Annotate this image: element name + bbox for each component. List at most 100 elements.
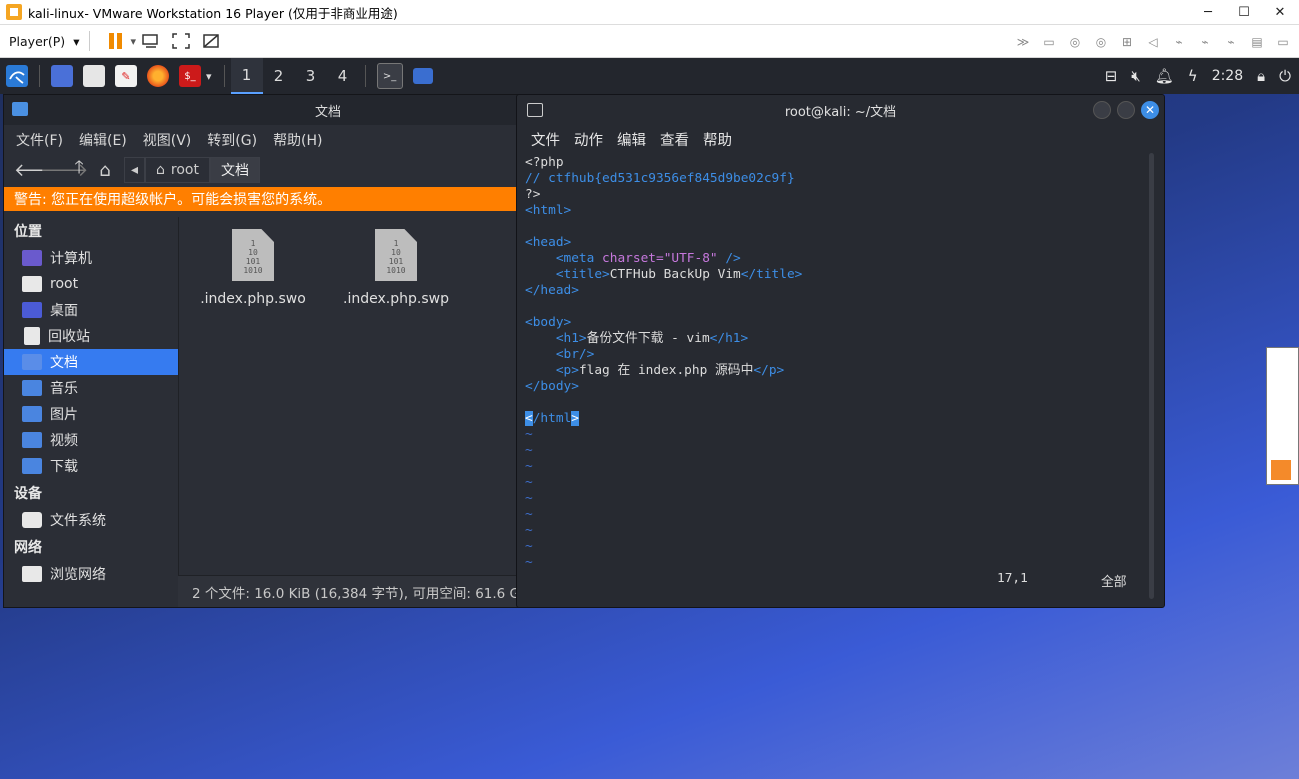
file-manager-icon[interactable]	[83, 65, 105, 87]
file-manager-title: 文档	[314, 104, 341, 120]
chevron-down-icon[interactable]: ▾	[206, 70, 212, 83]
taskbar-folder-icon[interactable]	[412, 68, 433, 84]
sidebar-item-root[interactable]: root	[4, 271, 178, 297]
sidebar-item-filesystem[interactable]: 文件系统	[4, 507, 178, 533]
minimize-button[interactable]	[1093, 101, 1111, 119]
workspace-3[interactable]: 3	[295, 58, 327, 94]
vmware-toolbar: Player(P) ▾ ▾ ≫ ▭ ◎ ◎ ⊞ ◁ ⌁ ⌁ ⌁ ▤ ▭	[0, 25, 1299, 58]
workspace-4[interactable]: 4	[327, 58, 359, 94]
breadcrumb-scroll-left[interactable]: ◂	[124, 157, 146, 183]
sidebar-item-label: 计算机	[50, 251, 92, 267]
sidebar-item-pictures[interactable]: 图片	[4, 401, 178, 427]
usb-device-icon[interactable]: ⌁	[1197, 35, 1213, 49]
sidebar-item-downloads[interactable]: 下载	[4, 453, 178, 479]
menu-help[interactable]: 帮助(H)	[273, 130, 322, 150]
fullscreen-button[interactable]	[171, 32, 191, 50]
text-editor-icon[interactable]: ✎	[115, 65, 137, 87]
more-devices-icon[interactable]: ≫	[1015, 35, 1031, 49]
chevron-down-icon[interactable]: ▾	[130, 35, 136, 48]
cd-dvd-icon[interactable]: ◎	[1093, 35, 1109, 49]
computer-icon	[22, 250, 42, 266]
sidebar-item-label: 音乐	[50, 381, 78, 397]
hard-disk-icon[interactable]: ▭	[1041, 35, 1057, 49]
power-manager-icon[interactable]: ϟ	[1188, 67, 1198, 85]
code-line: <html>	[525, 203, 572, 218]
scrollbar[interactable]	[1149, 153, 1154, 599]
code-line: <title>CTFHub BackUp Vim</title>	[525, 267, 803, 282]
panel-divider	[364, 65, 366, 87]
usb-device-icon[interactable]: ⌁	[1171, 35, 1187, 49]
kali-dragon-icon	[9, 71, 25, 84]
minimize-button[interactable]: ─	[1190, 0, 1226, 25]
network-icon[interactable]: ⊟	[1105, 67, 1118, 85]
breadcrumb-current[interactable]: 文档	[210, 157, 260, 183]
display-icon[interactable]: ▭	[1275, 35, 1291, 49]
workspace-2[interactable]: 2	[263, 58, 295, 94]
breadcrumb: ◂ ⌂ root 文档	[124, 157, 260, 183]
sidebar-item-computer[interactable]: 计算机	[4, 245, 178, 271]
show-desktop-icon[interactable]	[51, 65, 73, 87]
code-line: <head>	[525, 235, 572, 250]
player-menu[interactable]: Player(P) ▾	[9, 34, 79, 49]
user-icon	[1271, 460, 1291, 480]
volume-muted-icon[interactable]: 🔇︎	[1131, 67, 1140, 85]
menu-go[interactable]: 转到(G)	[207, 130, 257, 150]
menu-view[interactable]: 查看	[660, 129, 689, 150]
sidebar-item-videos[interactable]: 视频	[4, 427, 178, 453]
vim-buffer[interactable]: <?php// ctfhub{ed531c9356ef845d9be02c9f}…	[525, 155, 1145, 571]
menu-edit[interactable]: 编辑(E)	[79, 130, 127, 150]
vmware-logo-icon	[6, 4, 22, 20]
empty-line-marker: ~	[525, 555, 533, 570]
vim-cursor: <	[525, 411, 533, 426]
terminal-launcher-icon[interactable]: $_	[179, 65, 201, 87]
cd-dvd-icon[interactable]: ◎	[1067, 35, 1083, 49]
window-thumbnail[interactable]	[1266, 347, 1299, 485]
device-icons: ≫ ▭ ◎ ◎ ⊞ ◁ ⌁ ⌁ ⌁ ▤ ▭	[1015, 25, 1291, 58]
menu-edit[interactable]: 编辑	[617, 129, 646, 150]
network-adapter-icon[interactable]: ⊞	[1119, 35, 1135, 49]
back-arrow-icon[interactable]: 🡐	[14, 160, 62, 181]
file-item[interactable]: 1 10 101 1010 .index.php.swo	[193, 229, 313, 307]
window-title: kali-linux- VMware Workstation 16 Player…	[28, 5, 398, 21]
taskbar-terminal-icon[interactable]: >_	[376, 63, 403, 89]
sidebar-item-label: 图片	[50, 407, 78, 423]
sound-card-icon[interactable]: ◁	[1145, 35, 1161, 49]
terminal-icon	[527, 103, 543, 117]
breadcrumb-root[interactable]: ⌂ root	[145, 157, 210, 183]
folder-icon	[12, 102, 28, 116]
maximize-button[interactable]	[1117, 101, 1135, 119]
notification-bell-icon[interactable]: 🔔︎	[1155, 67, 1174, 85]
workspace-1[interactable]: 1	[230, 58, 263, 94]
sidebar-item-label: root	[50, 276, 79, 292]
up-arrow-icon[interactable]: 🡑	[66, 155, 92, 185]
menu-file[interactable]: 文件	[531, 129, 560, 150]
home-icon[interactable]: ⌂	[92, 160, 118, 181]
sidebar-item-browse-network[interactable]: 浏览网络	[4, 561, 178, 587]
sidebar-item-trash[interactable]: 回收站	[4, 323, 178, 349]
file-item[interactable]: 1 10 101 1010 .index.php.swp	[336, 229, 456, 307]
firefox-icon[interactable]	[147, 65, 169, 87]
sidebar-item-music[interactable]: 音乐	[4, 375, 178, 401]
close-button[interactable]: ✕	[1262, 0, 1298, 25]
logout-icon[interactable]: ⏻	[1279, 67, 1291, 85]
sidebar-item-documents[interactable]: 文档	[4, 349, 178, 375]
menu-view[interactable]: 视图(V)	[143, 130, 192, 150]
trash-icon	[24, 327, 40, 345]
close-button[interactable]: ✕	[1141, 101, 1159, 119]
maximize-button[interactable]: ☐	[1226, 0, 1262, 25]
menu-actions[interactable]: 动作	[574, 129, 603, 150]
send-ctrl-alt-del-button[interactable]	[141, 32, 161, 50]
menu-file[interactable]: 文件(F)	[16, 130, 63, 150]
sidebar-item-desktop[interactable]: 桌面	[4, 297, 178, 323]
unity-button[interactable]	[201, 32, 221, 50]
menu-help[interactable]: 帮助	[703, 129, 732, 150]
player-menu-label: Player(P)	[9, 33, 66, 49]
clock[interactable]: 2:28	[1212, 68, 1243, 84]
printer-icon[interactable]: ▤	[1249, 35, 1265, 49]
forward-arrow-icon[interactable]: 🡒	[40, 160, 88, 181]
empty-line-marker: ~	[525, 459, 533, 474]
pause-button[interactable]	[105, 32, 125, 50]
usb-device-icon[interactable]: ⌁	[1223, 35, 1239, 49]
lock-icon[interactable]: 🔒︎	[1257, 67, 1265, 85]
kali-menu-icon[interactable]	[6, 65, 28, 87]
